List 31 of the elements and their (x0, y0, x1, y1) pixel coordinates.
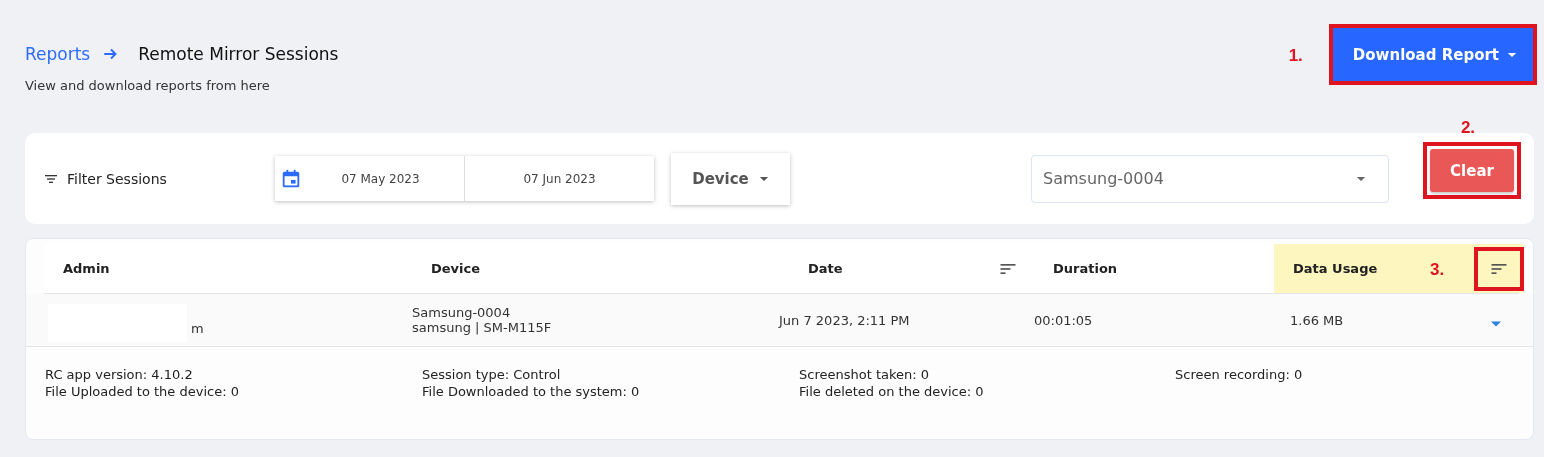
table-cell: 1.66 MB (1290, 312, 1344, 328)
calendar-icon (280, 167, 302, 190)
table-cell: 00:01:05 (1034, 312, 1093, 328)
device-dropdown[interactable]: Device (671, 152, 790, 205)
detail-text: Screenshot taken: 0 (799, 367, 931, 382)
column-header[interactable]: Date (789, 244, 1034, 293)
detail-text: File deleted on the device: 0 (799, 384, 985, 399)
column-header[interactable]: Duration (1034, 244, 1274, 293)
annotation-number: 2. (1460, 118, 1476, 138)
annotation-number: 1. (1288, 46, 1303, 66)
breadcrumb-link[interactable]: Reports (25, 44, 91, 64)
page-subtitle: View and download reports from here (25, 78, 271, 93)
table-cell: m (191, 321, 204, 336)
table-cell: samsung | SM-M115F (412, 320, 552, 335)
detail-text: Session type: Control (422, 367, 562, 382)
detail-text: RC app version: 4.10.2 (45, 367, 194, 382)
date-to-field[interactable]: 07 Jun 2023 (464, 156, 654, 201)
clear-button[interactable]: Clear (1430, 149, 1514, 192)
detail-text: File Uploaded to the device: 0 (45, 384, 240, 399)
detail-text: Screen recording: 0 (1175, 367, 1304, 382)
download-report-button[interactable]: Download Report (1332, 28, 1533, 81)
device-select[interactable]: Samsung-0004 (1031, 154, 1389, 203)
detail-text: File Downloaded to the system: 0 (422, 384, 641, 399)
annotation-number: 3. (1430, 260, 1445, 280)
date-from-field[interactable]: 07 May 2023 (275, 156, 464, 201)
column-header[interactable]: Admin (44, 244, 412, 293)
table-cell: Samsung-0004 (412, 305, 511, 320)
column-header[interactable]: Device (412, 244, 789, 293)
table-cell: Jun 7 2023, 2:11 PM (779, 312, 910, 328)
filter-label: Filter Sessions (67, 170, 167, 187)
page-title: Remote Mirror Sessions (138, 44, 339, 64)
